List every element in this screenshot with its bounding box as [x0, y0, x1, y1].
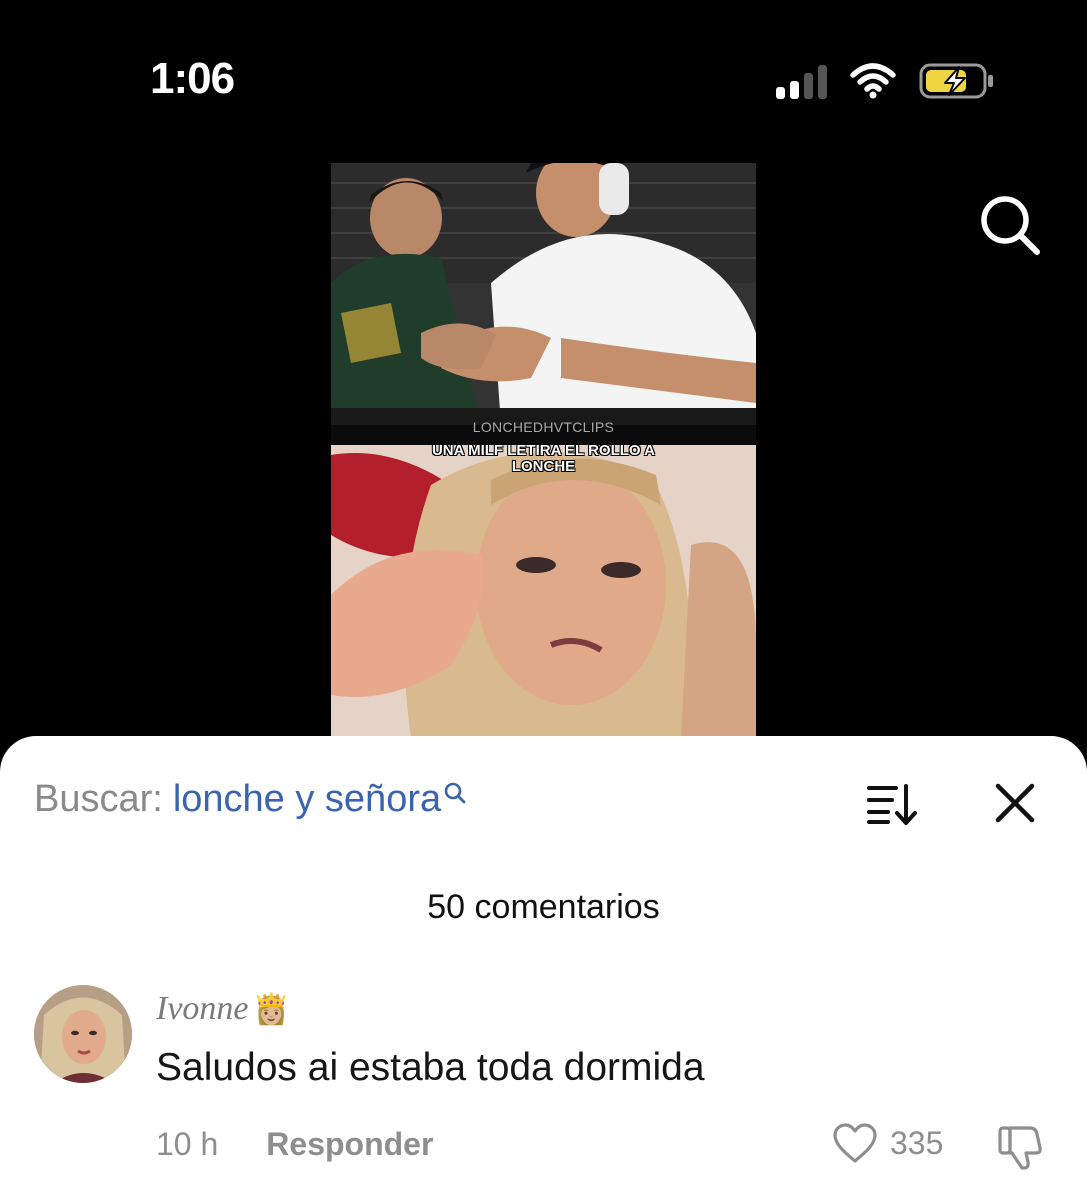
comment-meta: 10 h Responder — [156, 1126, 433, 1163]
video-scene-top — [331, 163, 756, 425]
comment-username[interactable]: Ivonne 👸🏼 — [156, 990, 290, 1028]
sort-icon[interactable] — [866, 782, 918, 826]
app-screen: 1:06 LONCHEDHVTCLIPS UNA MILF LETIRA EL … — [0, 0, 1087, 1200]
wifi-icon — [850, 63, 896, 99]
heart-icon — [833, 1123, 877, 1163]
comment-search-bar[interactable]: Buscar: lonche y señora — [34, 778, 467, 821]
reply-button[interactable]: Responder — [266, 1126, 433, 1163]
video-player[interactable]: LONCHEDHVTCLIPS UNA MILF LETIRA EL ROLLO… — [331, 163, 756, 738]
video-scene-bottom — [331, 445, 756, 738]
search-query-link[interactable]: lonche y señora — [173, 778, 441, 821]
video-caption: UNA MILF LETIRA EL ROLLO A LONCHE — [431, 442, 656, 475]
crown-badge-icon: 👸🏼 — [252, 992, 290, 1026]
like-count: 335 — [890, 1124, 944, 1161]
like-button[interactable]: 335 — [832, 1122, 943, 1164]
video-watermark: LONCHEDHVTCLIPS — [472, 419, 615, 435]
avatar[interactable] — [34, 985, 132, 1083]
search-icon[interactable] — [443, 781, 467, 805]
search-icon[interactable] — [977, 192, 1043, 258]
thumbs-down-icon[interactable] — [996, 1122, 1046, 1172]
comments-sheet: Buscar: lonche y señora 50 comentarios I… — [0, 736, 1087, 1200]
comment-time: 10 h — [156, 1126, 219, 1162]
status-icons — [776, 62, 995, 100]
comment-text: Saludos ai estaba toda dormida — [156, 1046, 705, 1089]
video-frame-top — [331, 163, 756, 425]
comment-count: 50 comentarios — [427, 888, 660, 926]
cellular-signal-icon — [776, 63, 827, 99]
battery-charging-icon — [919, 63, 993, 99]
search-label: Buscar: — [34, 778, 163, 820]
status-time: 1:06 — [150, 54, 235, 103]
close-icon[interactable] — [994, 782, 1036, 824]
video-frame-bottom — [331, 445, 756, 738]
username-text: Ivonne — [156, 990, 249, 1027]
